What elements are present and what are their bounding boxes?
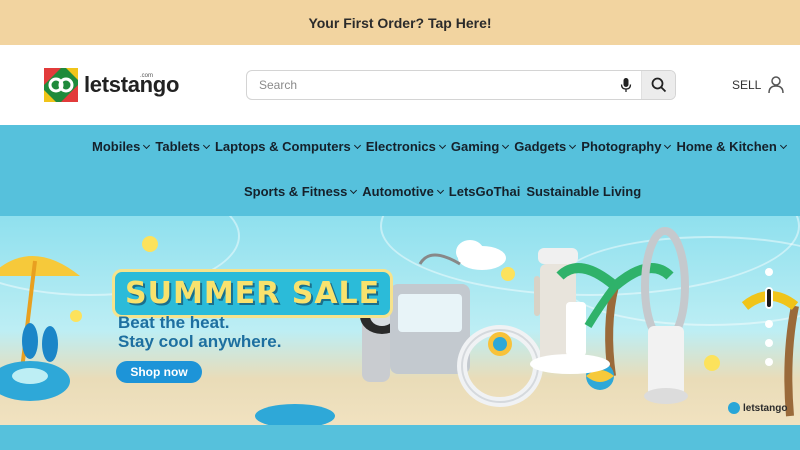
user-icon[interactable]: [766, 75, 786, 95]
chevron-down-icon: [502, 141, 510, 149]
chevron-down-icon: [779, 141, 787, 149]
ice-maker-icon: [390, 253, 470, 374]
nav-row-2: Sports & Fitness Automotive LetsGoThai S…: [244, 184, 647, 199]
promo-banner[interactable]: Your First Order? Tap Here!: [0, 0, 800, 45]
nav-item-photography[interactable]: Photography: [581, 139, 672, 154]
cloud-icon: [456, 240, 506, 270]
nav-item-letsgothai[interactable]: LetsGoThai: [449, 184, 521, 199]
search-bar: [246, 70, 676, 100]
chevron-down-icon: [353, 141, 361, 149]
carousel-dots: [762, 268, 776, 377]
chevron-down-icon: [569, 141, 577, 149]
mic-icon: [620, 78, 632, 92]
nav-item-gadgets[interactable]: Gadgets: [514, 139, 577, 154]
float-ring-icon: [255, 404, 335, 425]
hero-title: SUMMER SALE: [125, 276, 381, 311]
bladeless-fan-icon: [641, 227, 689, 404]
nav-item-home-kitchen[interactable]: Home & Kitchen: [676, 139, 787, 154]
chevron-down-icon: [350, 186, 358, 194]
hero-subtitle-1: Beat the heat.: [118, 313, 230, 332]
hero-subtitle-2: Stay cool anywhere.: [118, 332, 282, 351]
sell-link[interactable]: SELL: [732, 78, 761, 92]
carousel-dot[interactable]: [765, 320, 773, 328]
hero-banner[interactable]: SUMMER SALE Beat the heat. Stay cool any…: [0, 216, 800, 425]
shop-now-button[interactable]: Shop now: [116, 361, 202, 383]
search-icon: [651, 77, 666, 93]
search-input[interactable]: [247, 71, 611, 99]
nav-item-laptops[interactable]: Laptops & Computers: [215, 139, 361, 154]
logo-mark-icon: [44, 68, 78, 102]
chevron-down-icon: [202, 141, 211, 149]
nav-item-sports-fitness[interactable]: Sports & Fitness: [244, 184, 358, 199]
brand-logo-icon: [728, 402, 740, 414]
bottom-section-strip: [0, 425, 800, 450]
category-nav: Mobiles Tablets Laptops & Computers Elec…: [0, 125, 800, 216]
carousel-dot-active[interactable]: [765, 287, 773, 309]
nav-row-1: Mobiles Tablets Laptops & Computers Elec…: [92, 139, 792, 154]
carousel-dot[interactable]: [765, 268, 773, 276]
pedestal-icon: [530, 354, 610, 374]
chevron-down-icon: [143, 141, 151, 149]
logo-sub: .com: [140, 73, 154, 79]
chevron-down-icon: [664, 141, 672, 149]
sandal-icon: [42, 326, 58, 362]
hero-title-box: SUMMER SALE: [112, 269, 394, 318]
logo[interactable]: letstango: [44, 67, 179, 103]
nav-item-mobiles[interactable]: Mobiles: [92, 139, 151, 154]
nav-item-sustainable-living[interactable]: Sustainable Living: [526, 184, 641, 199]
site-header: letstango .com SELL: [0, 45, 800, 125]
nav-item-gaming[interactable]: Gaming: [451, 139, 510, 154]
mic-button[interactable]: [611, 71, 641, 99]
chevron-down-icon: [438, 141, 446, 149]
promo-text[interactable]: Your First Order? Tap Here!: [308, 15, 491, 31]
headphones-icon: [457, 325, 543, 407]
nav-item-electronics[interactable]: Electronics: [366, 139, 446, 154]
carousel-dot[interactable]: [765, 339, 773, 347]
search-button[interactable]: [641, 71, 675, 99]
nav-item-automotive[interactable]: Automotive: [362, 184, 444, 199]
hero-brand-tag: letstango: [728, 402, 787, 414]
sandal-icon: [22, 323, 38, 359]
chevron-down-icon: [436, 186, 444, 194]
nav-item-tablets[interactable]: Tablets: [155, 139, 211, 154]
bottle-icon: [566, 302, 586, 356]
logo-text: letstango: [84, 72, 180, 97]
carousel-dot[interactable]: [765, 358, 773, 366]
